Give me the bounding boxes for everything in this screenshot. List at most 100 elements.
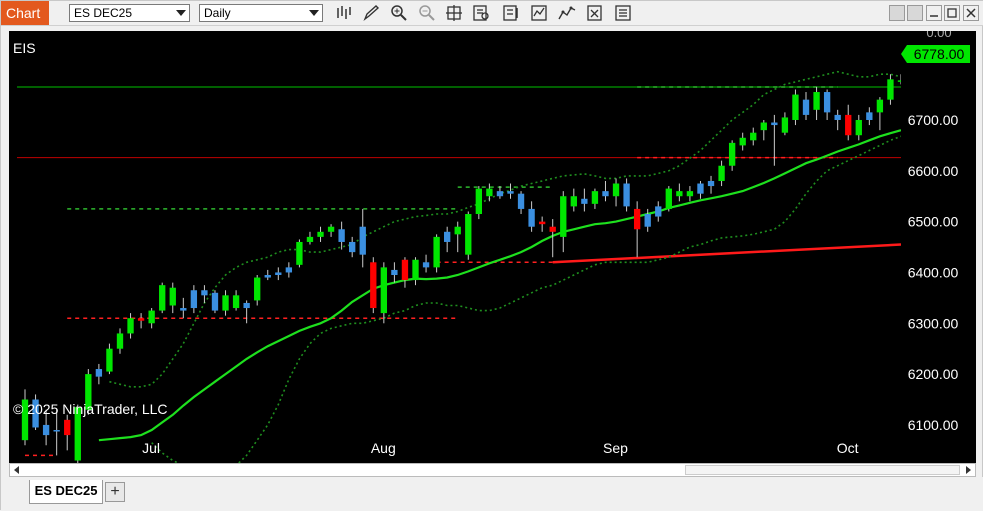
candle xyxy=(127,313,134,339)
properties-icon[interactable] xyxy=(585,4,605,22)
candle-body xyxy=(127,318,134,334)
candle-body xyxy=(444,231,451,242)
zoom-in-icon[interactable] xyxy=(389,4,409,22)
trend-line xyxy=(552,243,902,264)
candle xyxy=(95,363,103,385)
bar-type-icon[interactable] xyxy=(333,4,353,22)
candle-body xyxy=(275,272,282,275)
templates-icon[interactable] xyxy=(613,4,633,22)
candle xyxy=(338,221,345,250)
interval-selector[interactable]: Daily xyxy=(199,4,323,22)
candle xyxy=(665,186,672,212)
candle xyxy=(243,300,250,324)
indicators-icon[interactable] xyxy=(529,4,549,22)
candle xyxy=(264,269,271,281)
data-box-icon[interactable] xyxy=(471,4,491,22)
candle xyxy=(887,74,894,105)
close-button[interactable] xyxy=(963,5,979,21)
candle-body xyxy=(264,275,271,278)
candle-body xyxy=(159,285,166,311)
candle-body xyxy=(887,79,894,100)
zoom-out-icon[interactable] xyxy=(417,4,437,22)
candle-body xyxy=(665,188,672,209)
scroll-thumb[interactable] xyxy=(685,465,960,475)
candle-body xyxy=(718,165,725,181)
candle-body xyxy=(190,290,198,309)
clipped-price-label: 0.00 xyxy=(926,31,951,40)
candle xyxy=(391,262,398,283)
candle-body xyxy=(285,267,293,273)
pencil-icon[interactable] xyxy=(361,4,381,22)
chart-indicators xyxy=(98,70,902,477)
price-axis-panel[interactable] xyxy=(901,31,976,463)
chart-title-tab[interactable]: Chart xyxy=(1,1,49,25)
candle xyxy=(190,285,198,314)
candle-body xyxy=(707,180,715,187)
add-tab-button[interactable]: + xyxy=(105,482,125,502)
scroll-left-icon[interactable] xyxy=(11,464,23,476)
candle xyxy=(496,186,504,199)
candle-body xyxy=(327,226,335,232)
candle xyxy=(285,262,293,278)
chart-panel[interactable]: 6700.00 6600.00 6500.00 6400.00 6300.00 6200.… xyxy=(9,25,976,484)
candle-body xyxy=(180,308,187,311)
candle-body xyxy=(517,193,525,209)
last-price-label: 6778.00 xyxy=(914,46,965,62)
candle xyxy=(317,226,324,242)
candle-body xyxy=(391,269,398,275)
candle xyxy=(169,282,176,314)
candle xyxy=(180,297,187,319)
scroll-right-icon[interactable] xyxy=(962,464,974,476)
drawing-tools-icon[interactable] xyxy=(557,4,577,22)
candle xyxy=(222,290,229,316)
price-tick-label: 6100.00 xyxy=(908,417,959,433)
instrument-selector[interactable]: ES DEC25 xyxy=(69,4,190,22)
candle-body xyxy=(581,198,588,204)
price-chart[interactable]: 6700.00 6600.00 6500.00 6400.00 6300.00 6200.… xyxy=(9,25,976,484)
candle-body xyxy=(148,310,155,324)
candle xyxy=(834,109,841,131)
last-price-marker: 6778.00 xyxy=(901,45,970,63)
candle-body xyxy=(370,262,377,309)
candle-body xyxy=(349,241,356,253)
candle xyxy=(655,201,662,222)
candle xyxy=(106,343,113,375)
maximize-button[interactable] xyxy=(944,5,960,21)
candle xyxy=(148,308,155,329)
candle-body xyxy=(676,191,683,197)
candle xyxy=(781,112,789,136)
time-tick-label: Sep xyxy=(603,440,628,456)
candle-body xyxy=(802,99,810,115)
candle xyxy=(591,188,599,209)
candle xyxy=(486,183,493,202)
candle-body xyxy=(686,191,694,197)
candle-body xyxy=(232,295,240,309)
window-color-button[interactable] xyxy=(889,5,905,21)
candle xyxy=(612,178,620,207)
candle-body xyxy=(507,191,514,194)
candle xyxy=(349,236,356,258)
candle-body xyxy=(137,318,145,321)
candle-body xyxy=(306,236,314,242)
crosshair-icon[interactable] xyxy=(444,4,464,22)
window-layout-button[interactable] xyxy=(907,5,923,21)
chart-window: Chart ES DEC25 Daily 6700.00 6600.00 650… xyxy=(0,0,983,511)
strategies-icon[interactable] xyxy=(501,4,521,22)
candle-body xyxy=(222,295,229,311)
candle-body xyxy=(169,287,176,306)
time-tick-label: Oct xyxy=(837,440,859,456)
candle-body xyxy=(612,183,620,197)
candle-body xyxy=(855,119,862,136)
minimize-button[interactable] xyxy=(926,5,942,21)
candle-body xyxy=(359,226,366,255)
candle-body xyxy=(549,226,556,232)
candle xyxy=(327,224,335,237)
horizontal-scrollbar[interactable] xyxy=(9,463,976,477)
candle-body xyxy=(866,112,873,120)
candle xyxy=(401,257,409,288)
price-tick-label: 6500.00 xyxy=(908,214,959,230)
candle xyxy=(433,234,440,273)
tab-es-dec25[interactable]: ES DEC25 xyxy=(29,480,103,504)
candle-body xyxy=(296,241,303,265)
candle xyxy=(560,191,567,253)
